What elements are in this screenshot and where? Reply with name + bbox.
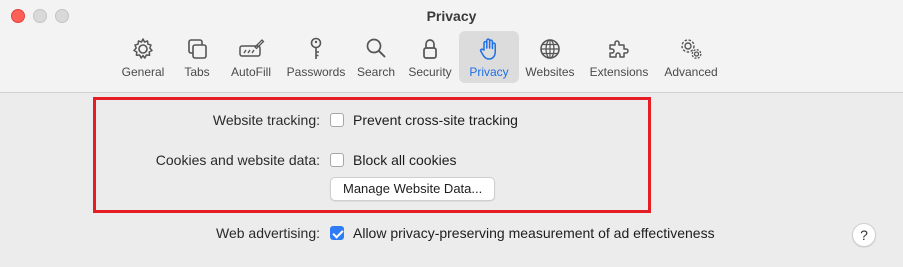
safari-preferences-window: Privacy General Tabs AutoFill Passwords … bbox=[0, 0, 903, 267]
tab-security[interactable]: Security bbox=[401, 31, 459, 83]
tab-advanced[interactable]: Advanced bbox=[657, 31, 725, 83]
tab-general[interactable]: General bbox=[113, 31, 173, 83]
tab-privacy[interactable]: Privacy bbox=[459, 31, 519, 83]
tab-extensions-label: Extensions bbox=[589, 65, 649, 79]
tabs-icon bbox=[188, 39, 207, 59]
tab-passwords-label: Passwords bbox=[286, 65, 346, 79]
tab-websites-label: Websites bbox=[525, 65, 575, 79]
tab-tabs-label: Tabs bbox=[184, 65, 210, 79]
tab-advanced-label: Advanced bbox=[664, 65, 718, 79]
tab-passwords[interactable]: Passwords bbox=[281, 31, 351, 83]
ad-measurement-row[interactable]: Allow privacy-preserving measurement of … bbox=[330, 225, 715, 241]
key-icon bbox=[310, 37, 322, 59]
privacy-pane: Website tracking: Prevent cross-site tra… bbox=[0, 93, 903, 267]
tab-security-label: Security bbox=[408, 65, 452, 79]
web-advertising-label: Web advertising: bbox=[215, 225, 320, 241]
titlebar: Privacy General Tabs AutoFill Passwords … bbox=[0, 0, 903, 93]
tab-general-label: General bbox=[121, 65, 165, 79]
tab-search-label: Search bbox=[356, 65, 396, 79]
tab-privacy-label: Privacy bbox=[469, 65, 509, 79]
autofill-icon bbox=[239, 39, 265, 57]
tab-search[interactable]: Search bbox=[351, 31, 401, 83]
tab-websites[interactable]: Websites bbox=[519, 31, 581, 83]
tab-autofill-label: AutoFill bbox=[230, 65, 271, 79]
puzzle-icon bbox=[609, 40, 629, 58]
lock-icon bbox=[423, 39, 437, 59]
window-title: Privacy bbox=[426, 8, 477, 24]
help-button[interactable]: ? bbox=[852, 223, 876, 247]
ad-measurement-checkbox[interactable] bbox=[330, 226, 344, 240]
ad-measurement-text: Allow privacy-preserving measurement of … bbox=[353, 225, 715, 241]
preferences-toolbar: General Tabs AutoFill Passwords Search S… bbox=[113, 31, 725, 85]
globe-icon bbox=[540, 39, 560, 59]
gear-icon bbox=[133, 38, 153, 59]
hand-icon bbox=[479, 38, 496, 60]
highlight-rectangle bbox=[93, 97, 651, 213]
tab-tabs[interactable]: Tabs bbox=[173, 31, 221, 83]
gears-icon bbox=[681, 39, 702, 59]
magnifier-icon bbox=[366, 38, 386, 58]
tab-autofill[interactable]: AutoFill bbox=[221, 31, 281, 83]
tab-extensions[interactable]: Extensions bbox=[581, 31, 657, 83]
